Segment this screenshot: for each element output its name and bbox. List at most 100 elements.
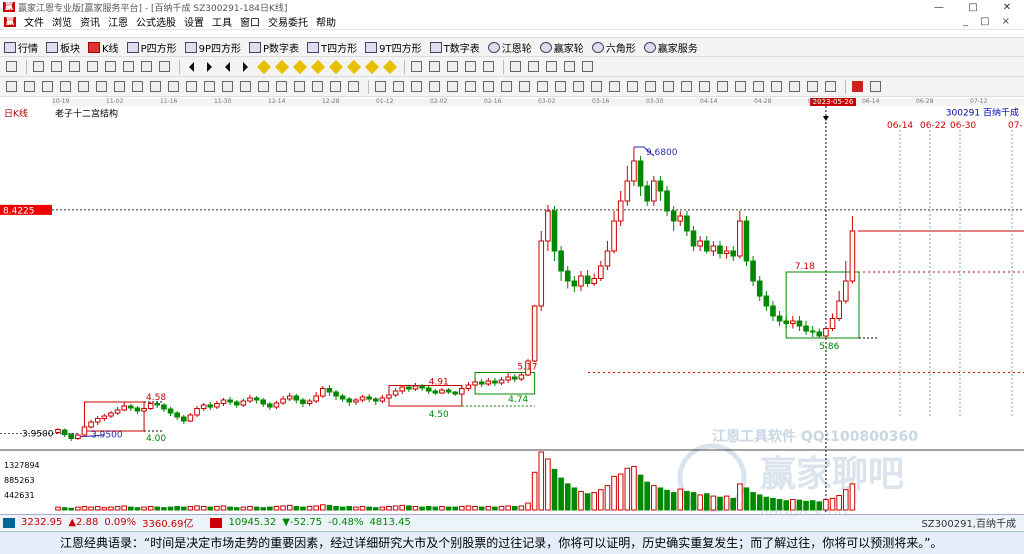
draw-tool-9-icon[interactable] [157,59,172,74]
ana-tool-23-icon[interactable] [409,79,424,94]
toolbar-button-winner-wheel[interactable]: 赢家轮 [536,38,588,56]
ana-tool-34-icon[interactable] [607,79,622,94]
ana-tool-41-icon[interactable] [733,79,748,94]
menu-trade[interactable]: 交易委托 [264,14,312,29]
draw-tool-7-icon[interactable] [121,59,136,74]
ana-tool-38-icon[interactable] [679,79,694,94]
toolbar-button-blocks[interactable]: 板块 [42,38,84,56]
ana-tool-39-icon[interactable] [697,79,712,94]
draw-tool-33-icon[interactable] [562,59,577,74]
period-label[interactable]: 日K线 [4,108,28,120]
toolbar-button-t-number-table[interactable]: T数字表 [426,38,484,56]
ana-tool-16-icon[interactable] [292,79,307,94]
toolbar-button-9p-square[interactable]: 9P四方形 [181,38,245,56]
draw-tool-21-icon[interactable] [364,59,379,74]
toolbar-button-p-square[interactable]: P四方形 [123,38,181,56]
ana-tool-6-icon[interactable] [112,79,127,94]
ana-tool-49-icon[interactable] [868,79,883,94]
menu-window[interactable]: 窗口 [236,14,264,29]
ana-tool-30-icon[interactable] [535,79,550,94]
ana-tool-29-icon[interactable] [517,79,532,94]
ana-tool-22-icon[interactable] [391,79,406,94]
draw-tool-20-icon[interactable] [346,59,361,74]
draw-tool-34-icon[interactable] [580,59,595,74]
draw-tool-6-icon[interactable] [103,59,118,74]
draw-tool-16-icon[interactable] [274,59,289,74]
ana-tool-18-icon[interactable] [328,79,343,94]
menu-browse[interactable]: 浏览 [48,14,76,29]
draw-tool-22-icon[interactable] [382,59,397,74]
ana-tool-13-icon[interactable] [238,79,253,94]
toolbar-button-candle[interactable]: K线 [84,38,123,56]
ana-tool-10-icon[interactable] [184,79,199,94]
toolbar-button-t-square[interactable]: T四方形 [303,38,361,56]
menu-tools[interactable]: 工具 [208,14,236,29]
menu-formula[interactable]: 公式选股 [132,14,180,29]
ana-tool-24-icon[interactable] [427,79,442,94]
menu-gann[interactable]: 江恩 [104,14,132,29]
draw-tool-15-icon[interactable] [256,59,271,74]
draw-tool-5-icon[interactable] [85,59,100,74]
draw-tool-31-icon[interactable] [526,59,541,74]
draw-tool-4-icon[interactable] [67,59,82,74]
ana-tool-26-icon[interactable] [463,79,478,94]
ana-tool-48-icon[interactable] [850,79,865,94]
mdi-restore-button[interactable]: □ [980,16,989,27]
ana-tool-14-icon[interactable] [256,79,271,94]
ana-tool-0-icon[interactable] [4,79,19,94]
ana-tool-9-icon[interactable] [166,79,181,94]
chart-area[interactable]: 日K线 老子十二宫结构 300291 百纳千成 06-14 06-22 06-30 0… [0,106,1024,520]
toolbar-button-p-number-table[interactable]: P数字表 [245,38,303,56]
ana-tool-45-icon[interactable] [805,79,820,94]
draw-tool-19-icon[interactable] [328,59,343,74]
ana-tool-12-icon[interactable] [220,79,235,94]
ana-tool-37-icon[interactable] [661,79,676,94]
ana-tool-5-icon[interactable] [94,79,109,94]
draw-tool-11-icon[interactable] [184,59,199,74]
ana-tool-33-icon[interactable] [589,79,604,94]
mdi-minimize-button[interactable]: _ [963,16,968,27]
menu-help[interactable]: 帮助 [312,14,340,29]
menu-file[interactable]: 文件 [20,14,48,29]
draw-tool-12-icon[interactable] [202,59,217,74]
ana-tool-31-icon[interactable] [553,79,568,94]
draw-tool-3-icon[interactable] [49,59,64,74]
draw-tool-14-icon[interactable] [238,59,253,74]
ana-tool-42-icon[interactable] [751,79,766,94]
ana-tool-43-icon[interactable] [769,79,784,94]
ana-tool-44-icon[interactable] [787,79,802,94]
ana-tool-2-icon[interactable] [40,79,55,94]
draw-tool-32-icon[interactable] [544,59,559,74]
draw-tool-17-icon[interactable] [292,59,307,74]
draw-tool-27-icon[interactable] [463,59,478,74]
draw-tool-0-icon[interactable] [4,59,19,74]
toolbar-button-grid[interactable]: 行情 [0,38,42,56]
draw-tool-8-icon[interactable] [139,59,154,74]
toolbar-button-service[interactable]: 赢家服务 [640,38,702,56]
draw-tool-24-icon[interactable] [409,59,424,74]
ana-tool-15-icon[interactable] [274,79,289,94]
ana-tool-11-icon[interactable] [202,79,217,94]
ana-tool-7-icon[interactable] [130,79,145,94]
ana-tool-3-icon[interactable] [58,79,73,94]
draw-tool-30-icon[interactable] [508,59,523,74]
ana-tool-28-icon[interactable] [499,79,514,94]
draw-tool-25-icon[interactable] [427,59,442,74]
draw-tool-2-icon[interactable] [31,59,46,74]
ana-tool-19-icon[interactable] [346,79,361,94]
ana-tool-27-icon[interactable] [481,79,496,94]
close-button[interactable]: ✕ [990,2,1024,13]
ana-tool-1-icon[interactable] [22,79,37,94]
maximize-button[interactable]: □ [956,2,990,13]
ana-tool-32-icon[interactable] [571,79,586,94]
draw-tool-28-icon[interactable] [481,59,496,74]
ana-tool-36-icon[interactable] [643,79,658,94]
toolbar-button-9t-square[interactable]: 9T四方形 [361,38,425,56]
minimize-button[interactable]: — [922,2,956,13]
menu-settings[interactable]: 设置 [180,14,208,29]
ana-tool-8-icon[interactable] [148,79,163,94]
ana-tool-46-icon[interactable] [823,79,838,94]
draw-tool-13-icon[interactable] [220,59,235,74]
mdi-close-button[interactable]: × [1002,16,1010,27]
draw-tool-18-icon[interactable] [310,59,325,74]
